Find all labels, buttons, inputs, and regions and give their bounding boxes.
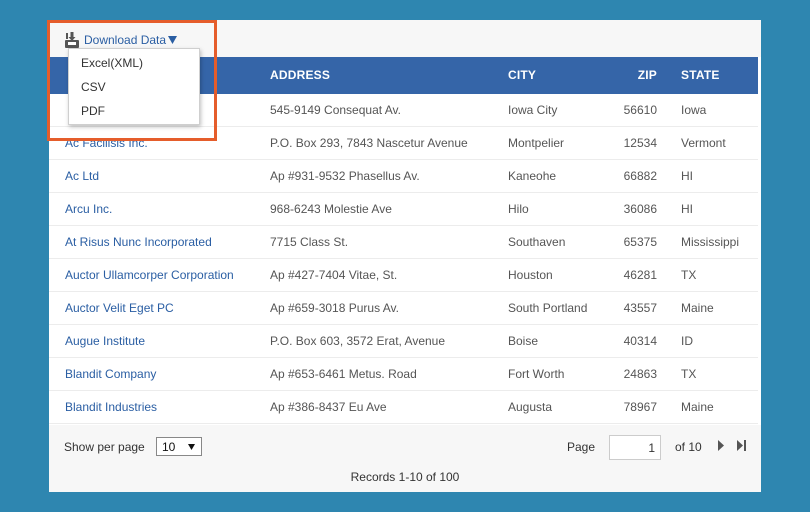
- column-header-zip[interactable]: ZIP: [597, 57, 657, 94]
- state-cell: Vermont: [681, 136, 726, 150]
- column-header-city[interactable]: CITY: [508, 57, 536, 94]
- address-cell: Ap #427-7404 Vitae, St.: [270, 268, 398, 282]
- menu-item-excel-xml[interactable]: Excel(XML): [81, 56, 143, 70]
- city-cell: Southaven: [508, 235, 566, 249]
- company-name-link[interactable]: Ac Facilisis Inc.: [65, 127, 148, 160]
- records-summary: Records 1-10 of 100: [350, 470, 460, 484]
- column-header-address[interactable]: ADDRESS: [270, 57, 330, 94]
- page-label: Page: [567, 440, 596, 454]
- zip-cell: 24863: [623, 367, 657, 381]
- table-row: Augue Institute P.O. Box 603, 3572 Erat,…: [49, 325, 758, 358]
- zip-cell: 78967: [623, 400, 657, 414]
- per-page-value: 10: [162, 440, 176, 454]
- zip-cell: 40314: [623, 334, 657, 348]
- table-row: Auctor Ullamcorper Corporation Ap #427-7…: [49, 259, 758, 292]
- caret-down-icon: [168, 36, 178, 44]
- city-cell: Hilo: [508, 202, 529, 216]
- per-page-select[interactable]: 10: [156, 437, 202, 456]
- city-cell: Fort Worth: [508, 367, 565, 381]
- address-cell: Ap #653-6461 Metus. Road: [270, 367, 417, 381]
- company-name-link[interactable]: At Risus Nunc Incorporated: [65, 226, 212, 259]
- table-row: Ac Ltd Ap #931-9532 Phasellus Av. Kaneoh…: [49, 160, 758, 193]
- next-page-icon[interactable]: [717, 440, 725, 451]
- column-header-state[interactable]: STATE: [681, 57, 720, 94]
- zip-cell: 36086: [623, 202, 657, 216]
- zip-cell: 65375: [623, 235, 657, 249]
- zip-cell: 66882: [623, 169, 657, 183]
- company-name-link[interactable]: Blandit Industries: [65, 391, 157, 424]
- zip-cell: 56610: [623, 103, 657, 117]
- state-cell: HI: [681, 169, 693, 183]
- address-cell: Ap #931-9532 Phasellus Av.: [270, 169, 420, 183]
- company-name-link[interactable]: Auctor Velit Eget PC: [65, 292, 174, 325]
- city-cell: Montpelier: [508, 136, 565, 150]
- company-name-link[interactable]: Augue Institute: [65, 325, 145, 358]
- table-row: Ac Facilisis Inc. P.O. Box 293, 7843 Nas…: [49, 127, 758, 160]
- address-cell: P.O. Box 293, 7843 Nascetur Avenue: [270, 136, 468, 150]
- menu-item-pdf[interactable]: PDF: [81, 104, 105, 118]
- table-row: Blandit Industries Ap #386-8437 Eu Ave A…: [49, 391, 758, 424]
- state-cell: TX: [681, 367, 697, 381]
- download-data-button[interactable]: Download Data: [65, 31, 178, 49]
- pager-footer: Show per page 10 Page of 10 Records 1-10…: [49, 425, 761, 492]
- city-cell: Kaneohe: [508, 169, 557, 183]
- table-row: Auctor Velit Eget PC Ap #659-3018 Purus …: [49, 292, 758, 325]
- table-body: 545-9149 Consequat Av. Iowa City 56610 I…: [49, 94, 758, 424]
- zip-cell: 46281: [623, 268, 657, 282]
- address-cell: Ap #659-3018 Purus Av.: [270, 301, 399, 315]
- address-cell: P.O. Box 603, 3572 Erat, Avenue: [270, 334, 446, 348]
- state-cell: Maine: [681, 301, 714, 315]
- table-row: Arcu Inc. 968-6243 Molestie Ave Hilo 360…: [49, 193, 758, 226]
- state-cell: HI: [681, 202, 693, 216]
- city-cell: Augusta: [508, 400, 553, 414]
- caret-down-icon: [188, 444, 195, 450]
- download-icon: [65, 32, 79, 48]
- table-row: At Risus Nunc Incorporated 7715 Class St…: [49, 226, 758, 259]
- state-cell: ID: [681, 334, 693, 348]
- page-number-input[interactable]: [609, 435, 661, 460]
- table-row: Blandit Company Ap #653-6461 Metus. Road…: [49, 358, 758, 391]
- state-cell: Mississippi: [681, 235, 740, 249]
- state-cell: TX: [681, 268, 697, 282]
- show-per-page-label: Show per page: [64, 440, 145, 454]
- download-format-menu: Excel(XML) CSV PDF: [68, 48, 200, 125]
- city-cell: Houston: [508, 268, 553, 282]
- zip-cell: 43557: [623, 301, 657, 315]
- state-cell: Maine: [681, 400, 714, 414]
- zip-cell: 12534: [623, 136, 657, 150]
- company-name-link[interactable]: Ac Ltd: [65, 160, 99, 193]
- company-name-link[interactable]: Arcu Inc.: [65, 193, 112, 226]
- city-cell: Iowa City: [508, 103, 558, 117]
- page-count-label: of 10: [675, 440, 702, 454]
- address-cell: 7715 Class St.: [270, 235, 349, 249]
- company-name-link[interactable]: Blandit Company: [65, 358, 156, 391]
- city-cell: South Portland: [508, 301, 588, 315]
- address-cell: 968-6243 Molestie Ave: [270, 202, 392, 216]
- city-cell: Boise: [508, 334, 539, 348]
- menu-item-csv[interactable]: CSV: [81, 80, 106, 94]
- company-name-link[interactable]: Auctor Ullamcorper Corporation: [65, 259, 234, 292]
- state-cell: Iowa: [681, 103, 707, 117]
- download-data-label: Download Data: [84, 33, 167, 47]
- address-cell: Ap #386-8437 Eu Ave: [270, 400, 387, 414]
- last-page-icon[interactable]: [737, 440, 747, 451]
- address-cell: 545-9149 Consequat Av.: [270, 103, 401, 117]
